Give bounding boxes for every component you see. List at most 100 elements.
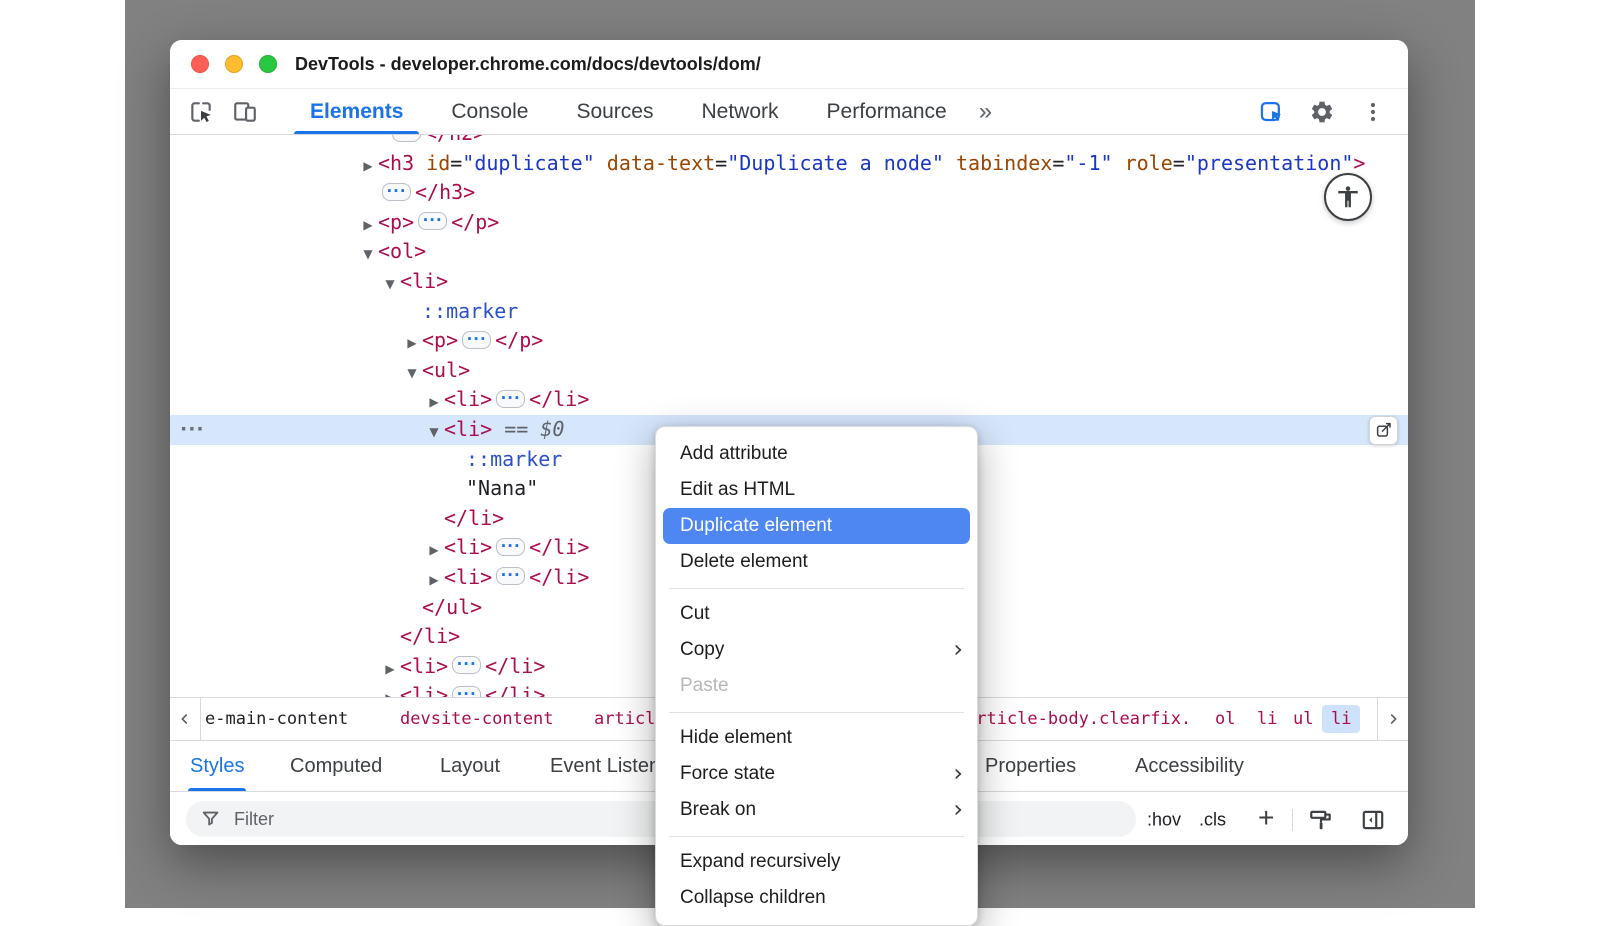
gear-icon xyxy=(1309,99,1335,125)
context-menu-item-expand-recursively[interactable]: Expand recursively xyxy=(656,844,977,880)
inline-ellipsis-button[interactable]: ··· xyxy=(496,567,525,585)
breadcrumb-item[interactable]: li xyxy=(1322,705,1360,733)
context-menu-item-duplicate-element[interactable]: Duplicate element xyxy=(663,508,970,544)
expand-arrow-icon[interactable]: ▶ xyxy=(424,566,444,596)
more-tabs-button[interactable]: » xyxy=(979,100,992,124)
new-style-rule-button[interactable]: + xyxy=(1258,802,1274,834)
expand-arrow-icon[interactable]: ▼ xyxy=(424,418,444,448)
dom-row[interactable]: ::marker xyxy=(170,297,1408,327)
dom-row[interactable]: ▶<p>···</p> xyxy=(170,208,1408,238)
chevron-left-icon xyxy=(177,711,193,727)
sidebar-tab-computed[interactable]: Computed xyxy=(290,741,382,791)
submenu-chevron-icon: › xyxy=(953,759,963,787)
menu-divider xyxy=(669,836,964,837)
screencast-icon xyxy=(1258,98,1285,125)
breadcrumb-item[interactable]: li xyxy=(1257,709,1277,729)
inline-ellipsis-button[interactable]: ··· xyxy=(496,538,525,556)
sidebar-tab-styles[interactable]: Styles xyxy=(190,741,244,791)
row-overflow-menu-icon[interactable]: ··· xyxy=(180,415,205,445)
breadcrumb-item[interactable]: ul xyxy=(1293,709,1313,729)
tab-console[interactable]: Console xyxy=(427,89,552,134)
window-titlebar: DevTools - developer.chrome.com/docs/dev… xyxy=(170,40,1408,89)
breadcrumb-item[interactable]: devsite-content xyxy=(400,709,554,729)
dom-row[interactable]: ▼<ul> xyxy=(170,356,1408,386)
expand-arrow-icon[interactable]: ▶ xyxy=(358,211,378,241)
dock-sidebar-button[interactable] xyxy=(1358,805,1388,835)
tab-sources[interactable]: Sources xyxy=(552,89,677,134)
reveal-node-button[interactable] xyxy=(1369,416,1398,445)
expand-arrow-icon[interactable]: ▼ xyxy=(380,270,400,300)
context-menu-item-paste[interactable]: Paste xyxy=(656,668,977,704)
expand-arrow-icon[interactable]: ▶ xyxy=(424,536,444,566)
dom-row[interactable]: ▶<li>···</li> xyxy=(170,385,1408,415)
dom-row[interactable]: ···</h2> xyxy=(170,135,1408,149)
sidebar-panel-icon xyxy=(1360,807,1386,833)
inline-ellipsis-button[interactable]: ··· xyxy=(382,183,411,201)
context-menu-item-hide-element[interactable]: Hide element xyxy=(656,720,977,756)
settings-button[interactable] xyxy=(1305,95,1339,129)
device-toolbar-icon xyxy=(232,99,258,125)
close-window-button[interactable] xyxy=(191,55,209,73)
context-menu-item-force-state[interactable]: Force state› xyxy=(656,756,977,792)
zoom-window-button[interactable] xyxy=(259,55,277,73)
sidebar-tab-layout[interactable]: Layout xyxy=(440,741,500,791)
sidebar-tab-accessibility[interactable]: Accessibility xyxy=(1135,741,1244,791)
menu-kebab-button[interactable] xyxy=(1356,95,1390,129)
expand-arrow-icon[interactable]: ▶ xyxy=(424,388,444,418)
minimize-window-button[interactable] xyxy=(225,55,243,73)
tab-elements[interactable]: Elements xyxy=(286,89,427,134)
inline-ellipsis-button[interactable]: ··· xyxy=(462,331,491,349)
toggle-element-state-button[interactable]: :hov xyxy=(1147,809,1181,830)
inline-ellipsis-button[interactable]: ··· xyxy=(392,135,421,142)
inline-ellipsis-button[interactable]: ··· xyxy=(452,686,481,697)
toolbar-right-icons xyxy=(1254,95,1390,129)
context-menu-item-break-on[interactable]: Break on› xyxy=(656,792,977,828)
panel-tabs: ElementsConsoleSourcesNetworkPerformance xyxy=(286,89,971,134)
screencast-button[interactable] xyxy=(1254,95,1288,129)
dom-row[interactable]: ▼<li> xyxy=(170,267,1408,297)
inspect-element-button[interactable] xyxy=(184,95,218,129)
expand-arrow-icon[interactable]: ▶ xyxy=(358,152,378,182)
accessibility-icon xyxy=(1335,184,1361,210)
accessibility-button[interactable] xyxy=(1324,173,1372,221)
breadcrumb-scroll-left-button[interactable] xyxy=(170,698,201,740)
tab-performance[interactable]: Performance xyxy=(803,89,971,134)
dom-row[interactable]: ▶<h3 id="duplicate" data-text="Duplicate… xyxy=(170,149,1408,179)
dom-row[interactable]: ▶<p>···</p> xyxy=(170,326,1408,356)
inline-ellipsis-button[interactable]: ··· xyxy=(452,656,481,674)
context-menu-item-add-attribute[interactable]: Add attribute xyxy=(656,436,977,472)
paint-roller-icon xyxy=(1308,807,1334,833)
tab-network[interactable]: Network xyxy=(677,89,802,134)
breadcrumb-item[interactable]: ol xyxy=(1215,709,1235,729)
kebab-icon xyxy=(1361,100,1385,124)
expand-arrow-icon[interactable]: ▼ xyxy=(358,240,378,270)
context-menu-item-edit-as-html[interactable]: Edit as HTML xyxy=(656,472,977,508)
inspect-icon xyxy=(188,99,214,125)
breadcrumb-item[interactable]: e-main-content xyxy=(205,709,348,729)
context-menu: Add attributeEdit as HTMLDuplicate eleme… xyxy=(655,426,978,926)
sidebar-tab-properties[interactable]: Properties xyxy=(985,741,1076,791)
context-menu-item-copy[interactable]: Copy› xyxy=(656,632,977,668)
dom-row[interactable]: ▼<ol> xyxy=(170,237,1408,267)
context-menu-item-cut[interactable]: Cut xyxy=(656,596,977,632)
menu-divider xyxy=(669,712,964,713)
expand-arrow-icon[interactable]: ▶ xyxy=(380,655,400,685)
breadcrumb-item[interactable]: article-body.clearfix. xyxy=(966,709,1191,729)
breadcrumb-scroll-right-button[interactable] xyxy=(1377,698,1408,740)
paint-roller-button[interactable] xyxy=(1306,805,1336,835)
dom-row[interactable]: ···</h3> xyxy=(170,178,1408,208)
device-toolbar-button[interactable] xyxy=(228,95,262,129)
filter-icon xyxy=(200,808,222,830)
chevron-right-icon xyxy=(1385,711,1401,727)
expand-arrow-icon[interactable]: ▶ xyxy=(380,684,400,697)
context-menu-item-delete-element[interactable]: Delete element xyxy=(656,544,977,580)
expand-arrow-icon[interactable]: ▶ xyxy=(402,329,422,359)
submenu-chevron-icon: › xyxy=(953,795,963,823)
window-title: DevTools - developer.chrome.com/docs/dev… xyxy=(295,54,761,75)
inline-ellipsis-button[interactable]: ··· xyxy=(418,212,447,230)
context-menu-item-collapse-children[interactable]: Collapse children xyxy=(656,880,977,916)
submenu-chevron-icon: › xyxy=(953,635,963,663)
inline-ellipsis-button[interactable]: ··· xyxy=(496,390,525,408)
element-classes-button[interactable]: .cls xyxy=(1199,809,1226,830)
expand-arrow-icon[interactable]: ▼ xyxy=(402,359,422,389)
